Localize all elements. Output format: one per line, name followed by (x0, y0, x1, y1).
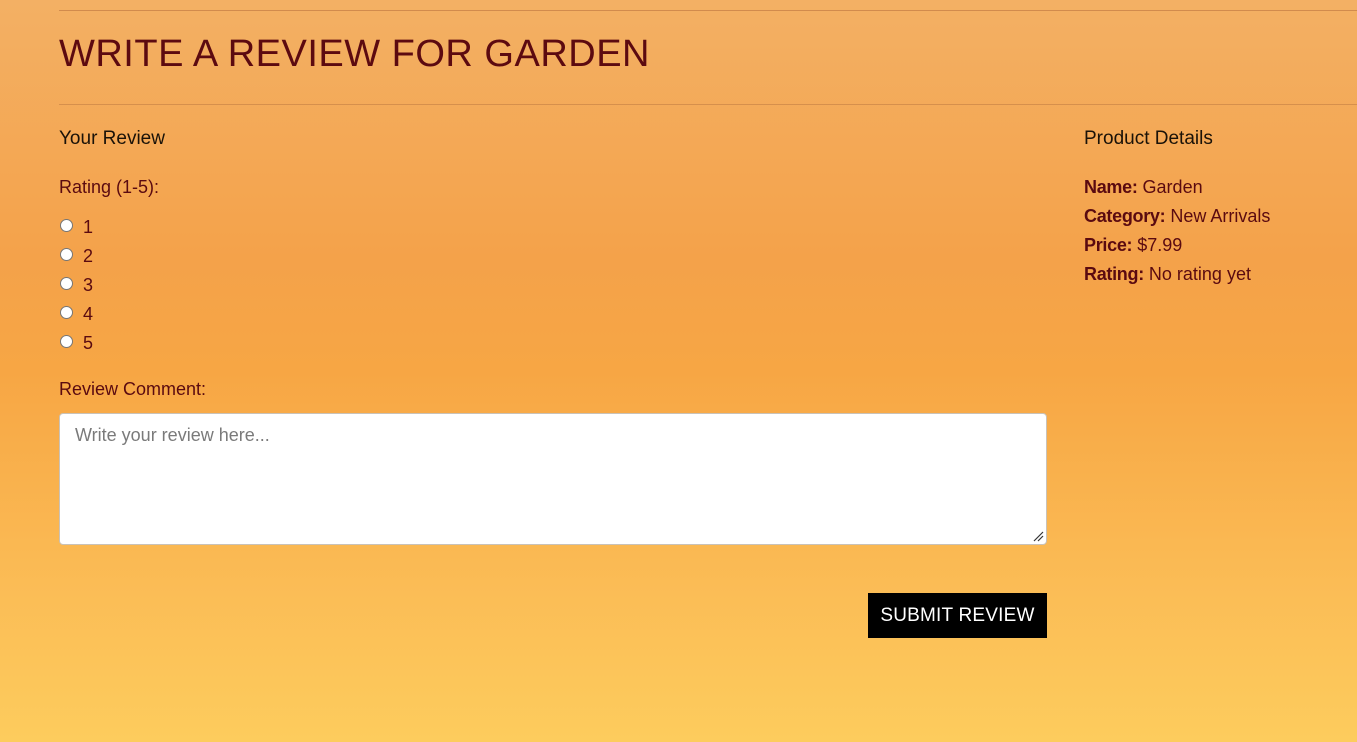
comment-label: Review Comment: (59, 379, 207, 399)
rating-option-label: 5 (83, 333, 94, 353)
rating-radio-3[interactable] (60, 277, 73, 290)
submit-review-button[interactable]: SUBMIT REVIEW (868, 593, 1047, 638)
detail-value: Garden (1142, 177, 1203, 197)
review-comment-textarea[interactable] (59, 413, 1047, 545)
rating-option-4[interactable]: 4 (59, 300, 93, 329)
title-divider (59, 104, 1357, 105)
product-details-list: Name: Garden Category: New Arrivals Pric… (1084, 173, 1270, 289)
detail-value: New Arrivals (1170, 206, 1271, 226)
rating-options: 1 2 3 4 5 (59, 213, 93, 358)
page-title: WRITE A REVIEW FOR GARDEN (59, 33, 650, 75)
rating-radio-5[interactable] (60, 335, 73, 348)
rating-radio-4[interactable] (60, 306, 73, 319)
detail-price: Price: $7.99 (1084, 231, 1270, 260)
detail-key: Rating: (1084, 264, 1144, 284)
detail-value: No rating yet (1148, 264, 1251, 284)
rating-option-2[interactable]: 2 (59, 242, 93, 271)
detail-key: Name: (1084, 177, 1138, 197)
top-divider (59, 10, 1357, 11)
detail-value: $7.99 (1137, 235, 1183, 255)
rating-option-3[interactable]: 3 (59, 271, 93, 300)
rating-option-label: 3 (83, 275, 94, 295)
rating-option-5[interactable]: 5 (59, 329, 93, 358)
rating-option-label: 1 (83, 217, 94, 237)
rating-label: Rating (1-5): (59, 177, 160, 197)
detail-rating: Rating: No rating yet (1084, 260, 1270, 289)
detail-key: Category: (1084, 206, 1166, 226)
detail-name: Name: Garden (1084, 173, 1270, 202)
detail-category: Category: New Arrivals (1084, 202, 1270, 231)
review-heading: Your Review (59, 128, 165, 149)
rating-option-label: 2 (83, 246, 94, 266)
rating-radio-2[interactable] (60, 248, 73, 261)
rating-option-label: 4 (83, 304, 94, 324)
rating-option-1[interactable]: 1 (59, 213, 93, 242)
detail-key: Price: (1084, 235, 1133, 255)
product-details-heading: Product Details (1084, 128, 1213, 149)
rating-radio-1[interactable] (60, 219, 73, 232)
